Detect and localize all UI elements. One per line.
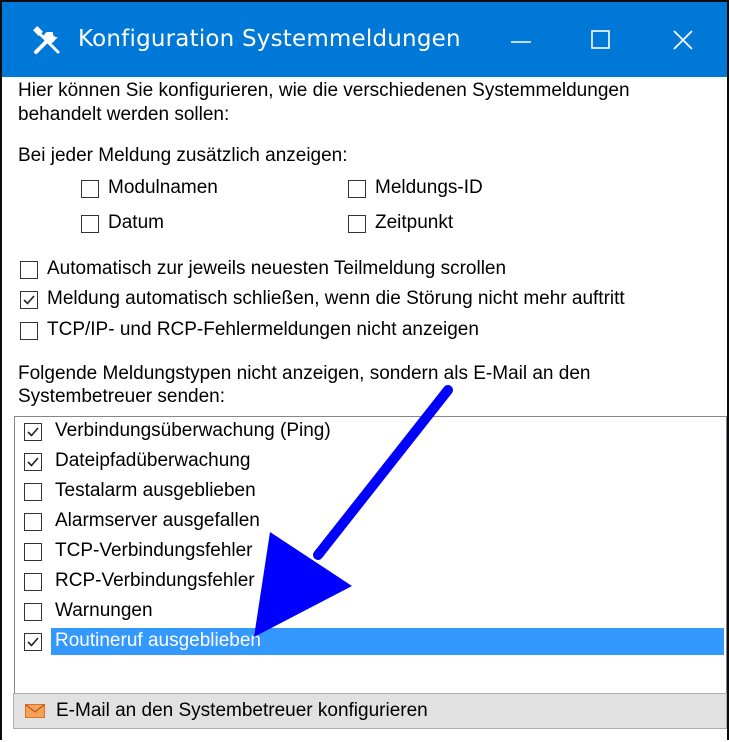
checkbox-datum[interactable] <box>81 215 99 233</box>
close-icon <box>673 30 693 50</box>
extra-display-heading: Bei jeder Meldung zusätzlich anzeigen: <box>18 145 348 166</box>
list-item-label: Routineruf ausgeblieben <box>55 630 261 651</box>
checkbox-hide-tcp-rcp[interactable] <box>20 322 38 340</box>
list-item-checkbox[interactable] <box>24 603 42 621</box>
list-item[interactable]: RCP-Verbindungsfehler <box>15 567 726 597</box>
intro-text-line1: Hier können Sie konfigurieren, wie die v… <box>18 80 630 101</box>
list-item-checkbox[interactable] <box>24 483 42 501</box>
list-item-label: Alarmserver ausgefallen <box>55 510 260 531</box>
label-auto-scroll: Automatisch zur jeweils neuesten Teilmel… <box>47 258 507 279</box>
checkbox-auto-scroll[interactable] <box>20 261 38 279</box>
list-item-label: Dateipfadüberwachung <box>55 450 251 471</box>
list-item[interactable]: Alarmserver ausgefallen <box>15 507 726 537</box>
label-hide-tcp-rcp: TCP/IP- und RCP-Fehlermeldungen nicht an… <box>47 319 479 340</box>
title-bar[interactable]: Konfiguration Systemmeldungen <box>2 2 727 77</box>
list-item[interactable]: Verbindungsüberwachung (Ping) <box>15 417 726 447</box>
configure-email-button[interactable]: E-Mail an den Systembetreuer konfigurier… <box>13 693 727 729</box>
maximize-button[interactable] <box>560 2 640 77</box>
envelope-icon <box>25 704 45 718</box>
label-modulnamen: Modulnamen <box>108 177 218 198</box>
list-item-checkbox[interactable] <box>24 543 42 561</box>
checkmark-icon <box>27 457 39 467</box>
email-section-line1: Folgende Meldungstypen nicht anzeigen, s… <box>18 363 591 384</box>
tools-icon <box>33 26 60 54</box>
list-item-selected[interactable]: Routineruf ausgeblieben <box>15 627 726 657</box>
list-item-label: TCP-Verbindungsfehler <box>55 540 253 561</box>
checkbox-modulnamen[interactable] <box>81 180 99 198</box>
list-item[interactable]: TCP-Verbindungsfehler <box>15 537 726 567</box>
maximize-icon <box>591 30 610 49</box>
list-item-label: RCP-Verbindungsfehler <box>55 570 255 591</box>
checkmark-icon <box>27 637 39 647</box>
label-auto-close: Meldung automatisch schließen, wenn die … <box>47 288 625 309</box>
close-button[interactable] <box>642 2 722 77</box>
config-dialog: Konfiguration Systemmeldungen Hier könne… <box>0 0 729 742</box>
minimize-icon <box>511 41 531 43</box>
minimize-button[interactable] <box>480 2 560 77</box>
checkbox-meldungs-id[interactable] <box>348 180 366 198</box>
label-meldungs-id: Meldungs-ID <box>375 177 483 198</box>
list-item[interactable]: Testalarm ausgeblieben <box>15 477 726 507</box>
checkbox-zeitpunkt[interactable] <box>348 215 366 233</box>
label-datum: Datum <box>108 212 164 233</box>
list-item-checkbox[interactable] <box>24 633 42 651</box>
list-item[interactable]: Dateipfadüberwachung <box>15 447 726 477</box>
list-item-checkbox[interactable] <box>24 573 42 591</box>
list-item-checkbox[interactable] <box>24 453 42 471</box>
message-types-list[interactable]: Verbindungsüberwachung (Ping) Dateipfadü… <box>14 416 727 696</box>
list-item-label: Verbindungsüberwachung (Ping) <box>55 420 331 441</box>
list-item-label: Warnungen <box>55 600 153 621</box>
dialog-content: Hier können Sie konfigurieren, wie die v… <box>2 77 727 742</box>
list-item-checkbox[interactable] <box>24 423 42 441</box>
window-title: Konfiguration Systemmeldungen <box>78 26 461 52</box>
checkmark-icon <box>23 295 35 305</box>
list-item[interactable]: Warnungen <box>15 597 726 627</box>
configure-email-button-label: E-Mail an den Systembetreuer konfigurier… <box>56 700 428 721</box>
intro-text-line2: behandelt werden sollen: <box>18 104 230 125</box>
email-section-line2: Systembetreuer senden: <box>18 386 226 407</box>
list-item-checkbox[interactable] <box>24 513 42 531</box>
checkmark-icon <box>27 427 39 437</box>
label-zeitpunkt: Zeitpunkt <box>375 212 454 233</box>
checkbox-auto-close[interactable] <box>20 291 38 309</box>
list-item-label: Testalarm ausgeblieben <box>55 480 256 501</box>
